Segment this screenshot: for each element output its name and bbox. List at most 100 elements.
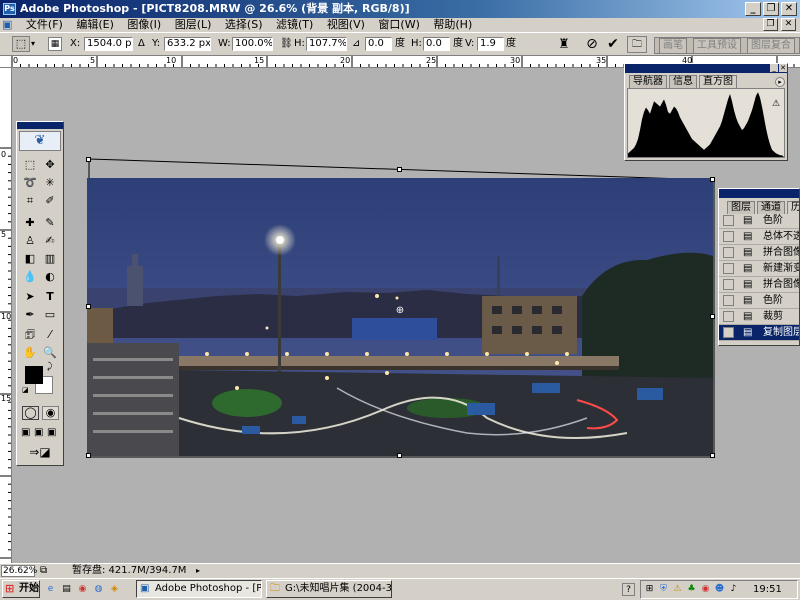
tray-app-icon[interactable]: ♣ (685, 583, 698, 596)
lasso-tool-icon[interactable]: ➰ (21, 174, 39, 191)
menu-view[interactable]: 视图(V) (322, 18, 370, 32)
history-item[interactable]: ▤ 复制图层 (719, 325, 799, 341)
eraser-tool-icon[interactable]: ◧ (21, 250, 39, 267)
gradient-tool-icon[interactable]: ▥ (41, 250, 59, 267)
menu-image[interactable]: 图像(I) (122, 18, 166, 32)
menu-help[interactable]: 帮助(H) (428, 18, 477, 32)
history-item[interactable]: ▤ 色阶 (719, 293, 799, 309)
tab-navigator[interactable]: 导航器 (629, 75, 667, 88)
taskbar-photoshop-button[interactable]: ▣ Adobe Photoshop - [PIC... (136, 580, 262, 598)
doc-restore-button[interactable]: ❐ (763, 18, 778, 31)
history-source-checkbox[interactable] (723, 295, 734, 306)
history-item[interactable]: ▤ 总体不透 (719, 229, 799, 245)
history-source-checkbox[interactable] (723, 247, 734, 258)
history-item[interactable]: ▤ 拼合图像 (719, 245, 799, 261)
commit-transform-icon[interactable]: ✔ (604, 36, 622, 53)
brush-tool-icon[interactable]: ✎ (41, 214, 59, 231)
tab-info[interactable]: 信息 (669, 75, 697, 88)
panel-minimize-button[interactable]: _ (770, 64, 778, 72)
adobe-online-feather-icon[interactable]: ❦ (19, 131, 61, 151)
magic-wand-tool-icon[interactable]: ✳ (41, 174, 59, 191)
default-colors-icon[interactable]: ◪ (22, 386, 30, 394)
eyedropper-tool-icon[interactable]: ⁄ (41, 326, 59, 343)
help-icon[interactable]: ? (622, 583, 635, 596)
menu-select[interactable]: 选择(S) (220, 18, 268, 32)
jump-to-imageready-icon[interactable]: ⇒◪ (23, 444, 57, 460)
zoom-tool-icon[interactable]: 🔍 (41, 344, 59, 361)
quicklaunch-app-icon[interactable]: ◍ (92, 583, 105, 596)
standard-mode-icon[interactable]: ◯ (22, 406, 39, 420)
blur-tool-icon[interactable]: 💧 (21, 268, 39, 285)
history-source-checkbox[interactable] (723, 327, 734, 338)
status-menu-arrow-icon[interactable]: ▸ (196, 564, 200, 578)
transform-handle-top-right[interactable] (710, 177, 715, 182)
tray-messenger-icon[interactable]: ☻ (713, 583, 726, 596)
quicklaunch-explorer-icon[interactable]: ▤ (60, 583, 73, 596)
palette-tab-brushes[interactable]: 画笔 (659, 38, 687, 54)
dodge-tool-icon[interactable]: ◐ (41, 268, 59, 285)
history-source-checkbox[interactable] (723, 311, 734, 322)
palette-tab-layer-comps[interactable]: 图层复合 (747, 38, 795, 54)
vskew-field[interactable]: 1.9 (477, 37, 504, 51)
tray-volume-icon[interactable]: ♪ (727, 583, 740, 596)
hand-tool-icon[interactable]: ✋ (21, 344, 39, 361)
history-source-checkbox[interactable] (723, 263, 734, 274)
path-selection-tool-icon[interactable]: ➤ (21, 288, 39, 305)
palette-tab-tool-presets[interactable]: 工具预设 (693, 38, 741, 54)
history-source-checkbox[interactable] (723, 231, 734, 242)
marquee-tool-icon[interactable]: ⬚ (21, 156, 39, 173)
transform-tool-icon[interactable]: ⬚ (12, 36, 30, 52)
quicklaunch-ie-icon[interactable]: e (44, 583, 57, 596)
taskbar-folder-button[interactable]: 🗀 G:\未知唱片集 (2004-3-... (266, 580, 392, 598)
photoshop-app-icon[interactable]: Ps (3, 3, 16, 15)
warp-mode-icon[interactable]: ♜ (555, 36, 573, 53)
toolbox-titlebar[interactable] (17, 122, 63, 129)
document-info-icon[interactable]: ⧉ (40, 564, 47, 578)
cancel-transform-icon[interactable]: ⊘ (583, 36, 601, 53)
document-canvas-image[interactable] (87, 178, 713, 456)
menu-edit[interactable]: 编辑(E) (71, 18, 119, 32)
restore-button[interactable]: ❐ (763, 2, 779, 16)
close-button[interactable]: ✕ (781, 2, 797, 16)
transform-handle-top-left[interactable] (86, 157, 91, 162)
healing-brush-tool-icon[interactable]: ✚ (21, 214, 39, 231)
reference-point-icon[interactable]: ▦ (48, 37, 62, 51)
history-brush-tool-icon[interactable]: ✍ (41, 232, 59, 249)
panel-menu-icon[interactable]: ▸ (775, 77, 785, 87)
transform-handle-middle-right[interactable] (710, 314, 715, 319)
hskew-field[interactable]: 0.0 (423, 37, 450, 51)
tray-shield-icon[interactable]: ⛨ (657, 583, 670, 596)
file-browser-icon[interactable]: 🗀 (627, 36, 647, 53)
panel-close-button[interactable]: ✕ (779, 64, 787, 72)
full-screen-menu-mode-icon[interactable]: ▣ (34, 426, 46, 439)
full-screen-mode-icon[interactable]: ▣ (47, 426, 59, 439)
y-field[interactable]: 633.2 px (164, 37, 211, 51)
menu-window[interactable]: 窗口(W) (373, 18, 424, 32)
history-source-checkbox[interactable] (723, 279, 734, 290)
menu-filter[interactable]: 滤镜(T) (271, 18, 318, 32)
minimize-button[interactable]: _ (745, 2, 761, 16)
zoom-level-field[interactable]: 26.62% (1, 565, 37, 577)
pen-tool-icon[interactable]: ✒ (21, 306, 39, 323)
tray-warning-icon[interactable]: ⚠ (671, 583, 684, 596)
swap-colors-icon[interactable]: ⤸ (47, 362, 57, 372)
quicklaunch-media-icon[interactable]: ◉ (76, 583, 89, 596)
history-panel-titlebar[interactable] (719, 189, 799, 198)
width-field[interactable]: 100.0% (232, 37, 273, 51)
move-tool-icon[interactable]: ✥ (41, 156, 59, 173)
history-source-checkbox[interactable] (723, 215, 734, 226)
shape-tool-icon[interactable]: ▭ (41, 306, 59, 323)
start-button[interactable]: ⊞ 开始 (2, 580, 40, 598)
doc-close-button[interactable]: ✕ (781, 18, 796, 31)
transform-handle-bottom-left[interactable] (86, 453, 91, 458)
type-tool-icon[interactable]: T (41, 288, 59, 305)
menu-layer[interactable]: 图层(L) (170, 18, 217, 32)
history-item[interactable]: ▤ 拼合图像 (719, 277, 799, 293)
transform-handle-middle-left[interactable] (86, 304, 91, 309)
link-icon[interactable]: ⛓ (280, 37, 293, 51)
notes-tool-icon[interactable]: 🗊 (21, 326, 39, 343)
navigator-panel-titlebar[interactable] (625, 64, 787, 73)
menu-file[interactable]: 文件(F) (21, 18, 68, 32)
warning-icon[interactable]: ⚠ (772, 99, 780, 109)
angle-field[interactable]: 0.0 (365, 37, 392, 51)
